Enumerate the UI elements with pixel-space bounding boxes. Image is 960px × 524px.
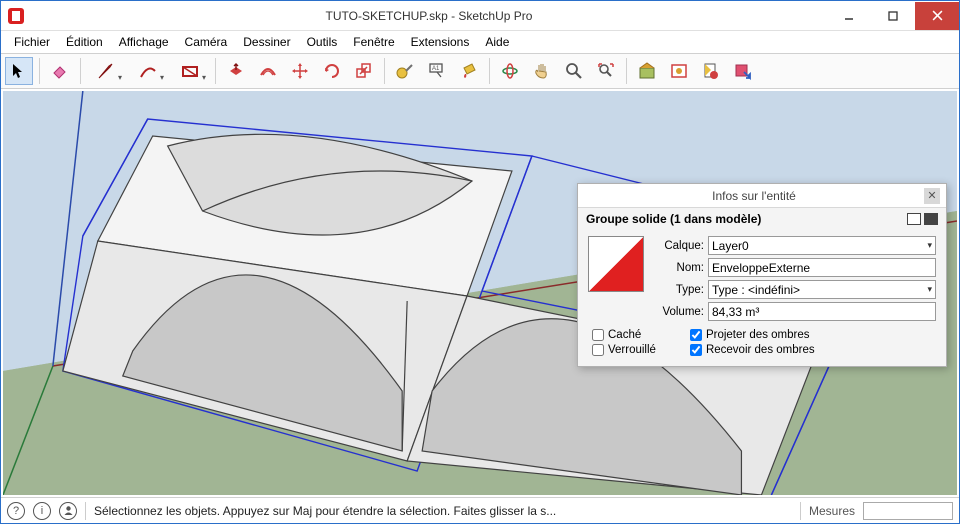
hidden-label: Caché — [608, 329, 641, 341]
volume-field — [708, 302, 936, 321]
layer-label: Calque: — [652, 240, 704, 252]
status-hint: Sélectionnez les objets. Appuyez sur Maj… — [94, 504, 792, 518]
entity-group-header: Groupe solide (1 dans modèle) — [578, 208, 946, 230]
menu-extensions[interactable]: Extensions — [404, 33, 477, 51]
orbit-tool[interactable] — [496, 57, 524, 85]
send-tool[interactable] — [729, 57, 757, 85]
material-swatch[interactable] — [588, 236, 644, 292]
type-select[interactable]: Type : <indéfini> — [708, 280, 936, 299]
cast-shadows-label: Projeter des ombres — [706, 329, 810, 341]
name-input[interactable] — [708, 258, 936, 277]
pushpull-tool[interactable] — [222, 57, 250, 85]
entity-info-panel: Infos sur l'entité ✕ Groupe solide (1 da… — [577, 183, 947, 367]
measures-label: Mesures — [809, 504, 855, 518]
menu-aide[interactable]: Aide — [478, 33, 516, 51]
receive-shadows-checkbox[interactable] — [690, 344, 702, 356]
layout-tool[interactable] — [697, 57, 725, 85]
menu-outils[interactable]: Outils — [300, 33, 345, 51]
cast-shadows-checkbox[interactable] — [690, 329, 702, 341]
entity-group-label: Groupe solide (1 dans modèle) — [586, 212, 907, 226]
name-label: Nom: — [652, 262, 704, 274]
locked-checkbox[interactable] — [592, 344, 604, 356]
select-tool[interactable] — [5, 57, 33, 85]
menu-affichage[interactable]: Affichage — [112, 33, 176, 51]
zoom-tool[interactable] — [560, 57, 588, 85]
locked-label: Verrouillé — [608, 344, 656, 356]
menu-dessiner[interactable]: Dessiner — [236, 33, 297, 51]
statusbar: ? i Sélectionnez les objets. Appuyez sur… — [1, 497, 959, 523]
rotate-tool[interactable] — [318, 57, 346, 85]
menu-fichier[interactable]: Fichier — [7, 33, 57, 51]
entity-info-titlebar[interactable]: Infos sur l'entité ✕ — [578, 184, 946, 208]
measures-input[interactable] — [863, 502, 953, 520]
menu-camera[interactable]: Caméra — [178, 33, 235, 51]
menubar: Fichier Édition Affichage Caméra Dessine… — [1, 31, 959, 53]
user-icon[interactable] — [59, 502, 77, 520]
window-title: TUTO-SKETCHUP.skp - SketchUp Pro — [31, 9, 827, 23]
window-controls — [827, 2, 959, 30]
volume-label: Volume: — [652, 306, 704, 318]
paint-tool[interactable] — [455, 57, 483, 85]
extension-warehouse-tool[interactable] — [665, 57, 693, 85]
arc-tool[interactable] — [129, 57, 167, 85]
layer-select[interactable]: Layer0 — [708, 236, 936, 255]
titlebar: TUTO-SKETCHUP.skp - SketchUp Pro — [1, 1, 959, 31]
svg-text:A1: A1 — [432, 66, 440, 72]
maximize-button[interactable] — [871, 2, 915, 30]
close-button[interactable] — [915, 2, 959, 30]
scale-tool[interactable] — [350, 57, 378, 85]
warehouse-tool[interactable] — [633, 57, 661, 85]
menu-fenetre[interactable]: Fenêtre — [346, 33, 401, 51]
type-label: Type: — [652, 284, 704, 296]
help-icon[interactable]: ? — [7, 502, 25, 520]
pan-tool[interactable] — [528, 57, 556, 85]
eraser-tool[interactable] — [46, 57, 74, 85]
text-tool[interactable]: A1 — [423, 57, 451, 85]
info-icon[interactable]: i — [33, 502, 51, 520]
shape-tool[interactable] — [171, 57, 209, 85]
app-icon — [7, 7, 25, 25]
receive-shadows-label: Recevoir des ombres — [706, 344, 815, 356]
menu-edition[interactable]: Édition — [59, 33, 110, 51]
entity-info-title: Infos sur l'entité — [584, 189, 924, 203]
minimize-button[interactable] — [827, 2, 871, 30]
detail-toggle-1-icon[interactable] — [907, 213, 921, 225]
offset-tool[interactable] — [254, 57, 282, 85]
move-tool[interactable] — [286, 57, 314, 85]
line-tool[interactable] — [87, 57, 125, 85]
detail-toggle-2-icon[interactable] — [924, 213, 938, 225]
hidden-checkbox[interactable] — [592, 329, 604, 341]
entity-info-close-button[interactable]: ✕ — [924, 188, 940, 204]
tape-tool[interactable] — [391, 57, 419, 85]
zoom-extents-tool[interactable] — [592, 57, 620, 85]
toolbar: A1 — [1, 53, 959, 89]
